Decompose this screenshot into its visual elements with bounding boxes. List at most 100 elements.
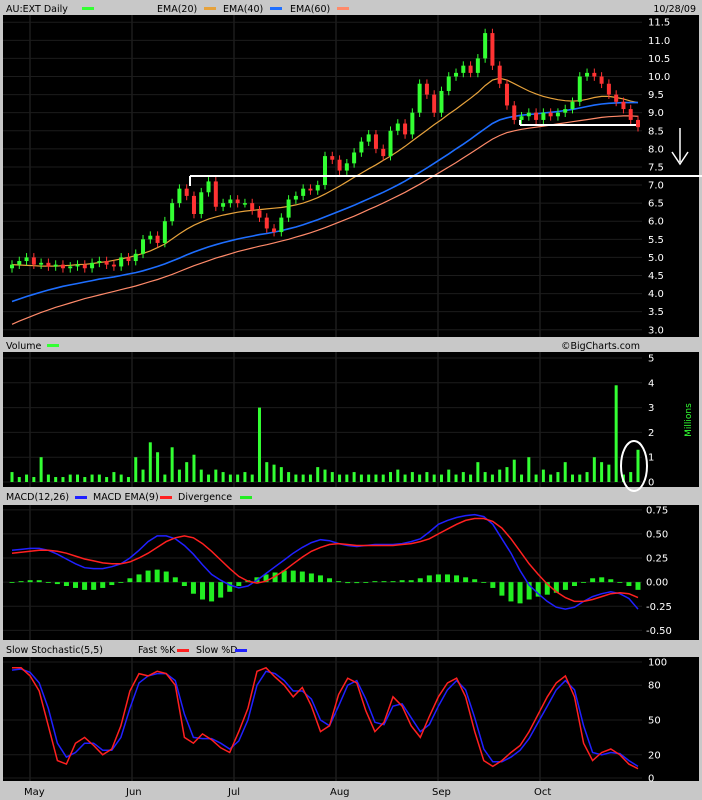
volume-bar xyxy=(541,469,545,482)
price-tick-label: 10.5 xyxy=(648,54,670,65)
price-tick-label: 8.0 xyxy=(648,144,664,155)
candle-body xyxy=(323,156,327,186)
divergence-bar xyxy=(399,580,405,583)
volume-bar xyxy=(272,464,276,482)
volume-bar xyxy=(90,474,94,482)
volume-bar xyxy=(534,474,538,482)
volume-bar xyxy=(105,477,109,482)
volume-bar xyxy=(490,474,494,482)
price-tick-label: 5.0 xyxy=(648,253,664,264)
macd-ema-title: MACD EMA(9) xyxy=(93,492,159,503)
candle-body xyxy=(330,156,335,160)
volume-bar xyxy=(301,474,305,482)
divergence-bar xyxy=(109,582,115,586)
candle-body xyxy=(53,264,58,267)
volume-bar xyxy=(607,464,611,482)
candle-body xyxy=(191,195,196,214)
candle-body xyxy=(199,192,204,214)
ema60-legend-label: EMA(60) xyxy=(290,4,330,15)
candle-body xyxy=(39,262,44,265)
symbol-legend-swatch xyxy=(82,7,94,10)
volume-bar xyxy=(25,474,29,482)
candle-body xyxy=(512,105,517,120)
volume-bar xyxy=(185,462,189,482)
candle-body xyxy=(24,257,29,262)
divergence-bar xyxy=(372,581,378,583)
divergence-legend-swatch xyxy=(240,496,252,499)
candle-body xyxy=(279,217,284,233)
divergence-bar xyxy=(454,575,460,583)
divergence-bar xyxy=(435,574,441,583)
candle-body xyxy=(170,203,175,222)
volume-bar xyxy=(177,469,181,482)
divergence-bar xyxy=(236,582,242,586)
candle-body xyxy=(555,112,560,117)
watermark: ©BigCharts.com xyxy=(561,341,640,352)
divergence-bar xyxy=(481,582,487,583)
volume-bar xyxy=(629,472,633,482)
divergence-bar xyxy=(73,582,79,588)
volume-bar xyxy=(454,474,458,482)
month-label: Oct xyxy=(534,787,551,798)
macd-tick-label: -0.50 xyxy=(646,626,672,637)
divergence-bar xyxy=(354,582,360,584)
volume-bar xyxy=(323,469,327,482)
candle-body xyxy=(286,199,291,218)
volume-bar xyxy=(585,472,589,482)
candle-body xyxy=(344,163,349,171)
volume-bar xyxy=(207,474,211,482)
volume-bar xyxy=(214,469,218,482)
volume-bar xyxy=(476,462,480,482)
volume-bar xyxy=(439,474,443,482)
divergence-bar xyxy=(127,578,133,583)
candle-body xyxy=(82,264,87,269)
volume-bar xyxy=(148,442,152,482)
candle-body xyxy=(534,112,539,120)
divergence-bar xyxy=(200,582,206,600)
price-tick-label: 9.5 xyxy=(648,90,664,101)
volume-bar xyxy=(359,474,363,482)
volume-bar xyxy=(83,477,87,482)
divergence-bar xyxy=(444,574,450,583)
divergence-bar xyxy=(508,582,514,602)
candle-body xyxy=(432,94,437,113)
stoch-tick-label: 0 xyxy=(648,774,654,785)
candle-body xyxy=(213,181,218,207)
candle-body xyxy=(621,101,626,110)
divergence-bar xyxy=(209,582,215,602)
candle-body xyxy=(111,264,116,267)
volume-bar xyxy=(483,472,487,482)
divergence-bar xyxy=(490,582,496,588)
divergence-bar xyxy=(463,577,469,583)
candle-body xyxy=(366,134,371,142)
volume-bar xyxy=(570,474,574,482)
candle-body xyxy=(352,152,357,164)
divergence-bar xyxy=(381,581,387,583)
divergence-bar xyxy=(635,582,641,590)
candle-body xyxy=(585,72,590,77)
volume-bar xyxy=(134,457,138,482)
volume-bar xyxy=(17,477,21,482)
divergence-bar xyxy=(608,579,614,583)
volume-bar xyxy=(46,474,50,482)
volume-bar xyxy=(352,472,356,482)
volume-bar xyxy=(600,462,604,482)
price-tick-label: 6.5 xyxy=(648,199,664,210)
divergence-bar xyxy=(390,581,396,583)
volume-bar xyxy=(250,474,254,482)
volume-tick-label: 4 xyxy=(648,378,654,389)
divergence-bar xyxy=(154,569,160,583)
candle-body xyxy=(272,228,277,233)
candle-body xyxy=(308,188,313,191)
candle-body xyxy=(475,58,480,73)
candle-body xyxy=(60,264,65,269)
candle-body xyxy=(104,261,109,265)
volume-bar xyxy=(39,457,43,482)
volume-bar xyxy=(636,449,640,482)
candle-body xyxy=(454,72,459,77)
volume-bar xyxy=(32,477,36,482)
month-label: Sep xyxy=(432,787,451,798)
price-tick-label: 7.0 xyxy=(648,181,664,192)
macd-legend-swatch xyxy=(75,496,87,499)
divergence-bar xyxy=(118,582,124,583)
